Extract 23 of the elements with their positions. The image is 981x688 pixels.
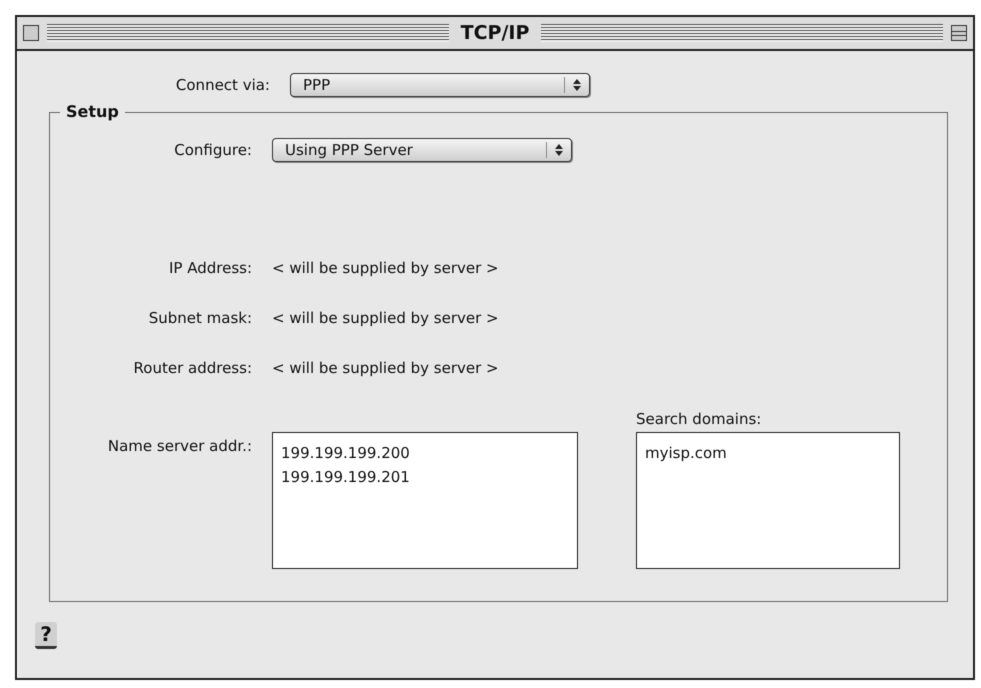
field-label: Router address: [132,359,253,377]
configure-popup[interactable]: Using PPP Server [272,138,572,162]
window-title: TCP/IP [460,22,530,44]
collapse-box[interactable] [951,25,968,41]
field-label: Subnet mask: [148,309,253,327]
field-value: < will be supplied by server > [272,309,499,327]
setup-title: Setup [60,102,125,121]
updown-arrows-icon [564,77,583,93]
field-value: < will be supplied by server > [272,259,499,277]
field-label: IP Address: [168,259,253,277]
title-bar-stripes[interactable] [541,24,944,42]
connect-via-popup[interactable]: PPP [290,73,590,97]
name-server-field[interactable]: 199.199.199.200 199.199.199.201 [272,432,578,569]
search-domains-field[interactable]: myisp.com [636,432,900,569]
search-domains-label: Search domains: [636,410,762,428]
connect-via-label: Connect via: [174,76,271,94]
close-box[interactable] [23,25,39,41]
help-icon[interactable]: ? [35,622,57,649]
configure-label: Configure: [173,141,253,159]
name-server-label: Name server addr.: [106,437,253,455]
field-value: < will be supplied by server > [272,359,499,377]
updown-arrows-icon [546,142,565,158]
title-bar-stripes[interactable] [47,24,449,42]
